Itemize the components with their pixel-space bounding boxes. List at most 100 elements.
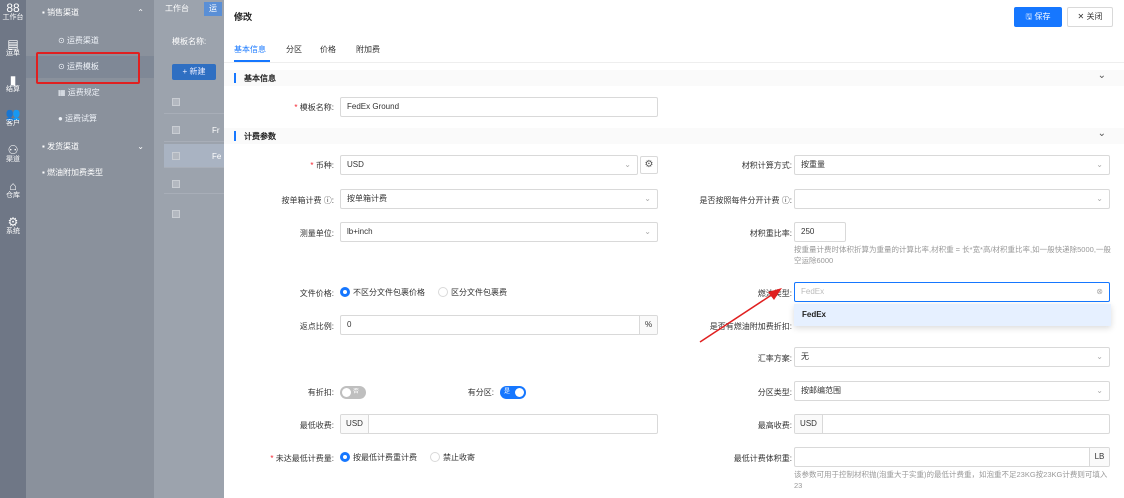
zone-type-select[interactable]: 按邮编范围 ⌄ — [794, 381, 1110, 401]
rail-channel[interactable]: ⚇ 渠道 — [0, 144, 26, 164]
has-zone-switch[interactable]: 是 — [500, 386, 526, 399]
tab-price[interactable]: 价格 — [320, 44, 336, 55]
help-icon[interactable]: ⓘ — [782, 196, 790, 205]
fuel-type-option[interactable]: FedEx — [794, 304, 1111, 326]
bg-new-button[interactable]: + 新建 — [172, 64, 216, 80]
row-checkbox[interactable] — [172, 180, 180, 188]
section-title: 计费参数 — [244, 132, 276, 141]
min-weight-input[interactable]: LB — [794, 447, 1110, 467]
template-name-label: * 模板名称: — [294, 103, 334, 112]
save-button[interactable]: 🖫 保存 — [1014, 7, 1062, 27]
clear-icon[interactable]: ⊗ — [1096, 283, 1103, 301]
warehouse-icon: ⌂ — [9, 179, 17, 193]
below-min-option-1[interactable]: 按最低计费重计费 — [340, 452, 417, 463]
tab-basic[interactable]: 基本信息 — [234, 44, 266, 55]
file-price-option-1[interactable]: 不区分文件包裹价格 — [340, 287, 425, 298]
discount-switch[interactable]: 否 — [340, 386, 366, 399]
rail-settlement[interactable]: ▮ 结算 — [0, 74, 26, 94]
below-min-option-2[interactable]: 禁止收寄 — [430, 452, 475, 463]
section-basic[interactable]: 基本信息 ⌄ — [224, 70, 1124, 86]
chevron-down-icon[interactable]: ⌄ — [1098, 70, 1106, 81]
has-zone-label: 有分区: — [467, 388, 494, 397]
tab-zone[interactable]: 分区 — [286, 44, 302, 55]
radio-unchecked-icon — [430, 452, 440, 462]
switch-knob — [342, 388, 351, 397]
sidebar-item-label: 运费规定 — [67, 88, 100, 97]
unit-select[interactable]: lb+inch ⌄ — [340, 222, 658, 242]
sidebar-item-freight-trial[interactable]: ● 运费试算 — [26, 108, 154, 130]
select-value: 按重量 — [801, 160, 825, 169]
min-fee-label: 最低收费: — [299, 421, 334, 430]
chevron-down-icon: ⌄ — [1096, 352, 1103, 361]
chevron-up-icon: ⌃ — [137, 8, 144, 17]
currency-select[interactable]: USD ⌄ — [340, 155, 638, 175]
row-text: Fr — [212, 126, 220, 135]
save-icon: 🖫 — [1025, 12, 1035, 21]
file-price-option-2[interactable]: 区分文件包裹费 — [438, 287, 507, 298]
currency-addon: USD — [795, 415, 823, 433]
settlement-icon: ▮ — [9, 73, 17, 87]
per-piece-select[interactable]: ⌄ — [794, 189, 1110, 209]
help-icon[interactable]: ⓘ — [324, 196, 332, 205]
rail-waybill[interactable]: ▤ 运单 — [0, 38, 26, 58]
min-fee-input[interactable]: USD — [340, 414, 658, 434]
rebate-label: 返点比例: — [299, 322, 334, 331]
close-label: 关闭 — [1086, 12, 1103, 21]
template-name-input[interactable]: FedEx Ground — [340, 97, 658, 117]
sidebar-group-shipping[interactable]: ▪ 发货渠道 ⌄ — [26, 136, 154, 158]
file-price-label: 文件价格: — [299, 289, 334, 298]
select-value: USD — [347, 160, 364, 169]
tab-surcharge[interactable]: 附加费 — [356, 44, 380, 55]
sidebar-group-label: 燃油附加费类型 — [47, 168, 104, 177]
tab-divider — [224, 62, 1124, 63]
section-bar — [234, 73, 236, 83]
volume-ratio-input[interactable]: 250 — [794, 222, 846, 242]
min-weight-hint: 该参数可用于控制材积抛(泡重大于实重)的最低计费重，如泡重不足23KG按23KG… — [794, 470, 1108, 490]
switch-text: 是 — [504, 389, 511, 395]
row-checkbox[interactable] — [172, 152, 180, 160]
row-checkbox[interactable] — [172, 126, 180, 134]
rail-workbench[interactable]: 88 工作台 — [0, 2, 26, 22]
chevron-down-icon: ⌄ — [1096, 160, 1103, 169]
close-button[interactable]: ✕ 关闭 — [1067, 7, 1113, 27]
radio-unchecked-icon — [438, 287, 448, 297]
rail-customer[interactable]: 👥 客户 — [0, 108, 26, 128]
sidebar-item-freight-rule[interactable]: ▦ 运费规定 — [26, 82, 154, 104]
annotation-arrow — [699, 288, 782, 343]
section-fee[interactable]: 计费参数 ⌄ — [224, 128, 1124, 144]
radio-checked-icon — [340, 452, 350, 462]
max-fee-input[interactable]: USD — [794, 414, 1110, 434]
select-value: 按单箱计费 — [347, 194, 387, 203]
per-box-label: 按单箱计费 ⓘ: — [281, 196, 334, 205]
rate-plan-select[interactable]: 无 ⌄ — [794, 347, 1110, 367]
rail-label: 仓库 — [6, 192, 20, 199]
chevron-down-icon: ⌄ — [624, 160, 631, 169]
rail-warehouse[interactable]: ⌂ 仓库 — [0, 180, 26, 200]
sidebar-item-label: 运费渠道 — [66, 36, 99, 45]
below-min-label: * 未达最低计费量: — [270, 454, 334, 463]
sidebar-group-fuel[interactable]: ▪ 燃油附加费类型 — [26, 162, 154, 184]
rail-label: 渠道 — [6, 156, 20, 163]
input-value: 0 — [347, 320, 352, 329]
bg-tab-active[interactable]: 运 — [204, 2, 222, 16]
rail-system[interactable]: ⚙ 系统 — [0, 216, 26, 236]
edit-drawer: 修改 🖫 保存 ✕ 关闭 基本信息 分区 价格 附加费 基本信息 ⌄ * 模板名… — [224, 0, 1124, 498]
row-checkbox[interactable] — [172, 98, 180, 106]
bg-tab-workbench[interactable]: 工作台 — [160, 2, 194, 16]
chevron-down-icon: ⌄ — [1096, 386, 1103, 395]
sidebar-item-freight-channel[interactable]: ⊙ 运费渠道 — [26, 30, 154, 52]
fuel-type-select[interactable]: FedEx ⊗ — [794, 282, 1110, 302]
sidebar-group-sales[interactable]: ▪ 销售渠道 ⌃ — [26, 2, 154, 24]
currency-addon: USD — [341, 415, 369, 433]
icon-rail: 88 工作台 ▤ 运单 ▮ 结算 👥 客户 ⚇ 渠道 ⌂ 仓库 ⚙ 系统 — [0, 0, 26, 498]
radio-label: 区分文件包裹费 — [451, 288, 507, 297]
section-bar — [234, 131, 236, 141]
rail-label: 系统 — [6, 228, 20, 235]
label-text: 币种: — [315, 161, 334, 170]
per-piece-label: 是否按照每件分开计费 ⓘ: — [699, 196, 792, 205]
label-text: 模板名称: — [299, 103, 334, 112]
volume-calc-select[interactable]: 按重量 ⌄ — [794, 155, 1110, 175]
row-checkbox[interactable] — [172, 210, 180, 218]
switch-text: 否 — [353, 389, 360, 395]
chevron-down-icon[interactable]: ⌄ — [1098, 128, 1106, 139]
